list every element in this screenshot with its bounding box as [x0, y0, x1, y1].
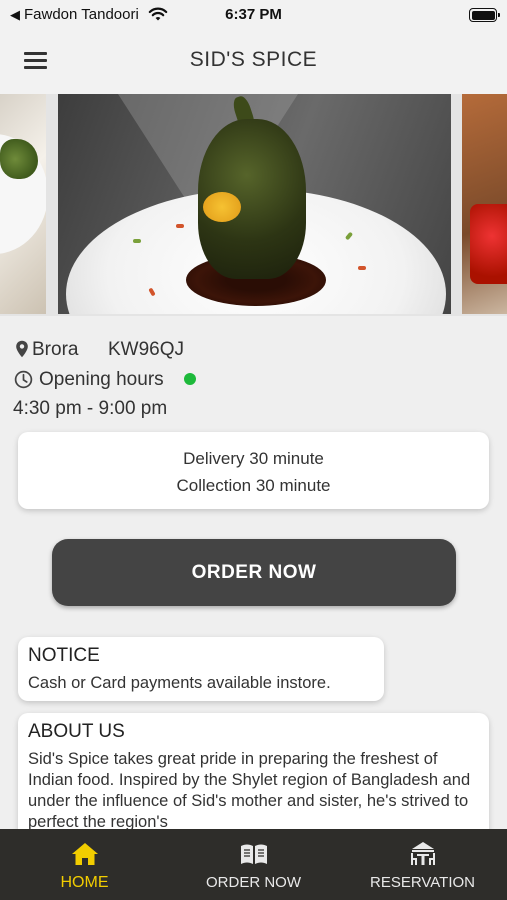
food-image-carousel[interactable] [0, 94, 507, 316]
tab-home[interactable]: HOME [0, 829, 169, 900]
carousel-image-previous[interactable] [0, 94, 46, 314]
notice-card: NOTICE Cash or Card payments available i… [18, 637, 384, 701]
carousel-image-current[interactable] [58, 94, 451, 314]
collection-time: Collection 30 minute [176, 476, 331, 495]
tab-home-label: HOME [60, 874, 109, 891]
opening-hours-label: Opening hours [39, 369, 164, 390]
tab-order-now-label: ORDER NOW [206, 874, 301, 891]
opening-hours-value: 4:30 pm - 9:00 pm [13, 398, 168, 419]
status-bar: ◀ Fawdon Tandoori 6:37 PM [0, 0, 507, 30]
delivery-time: Delivery 30 minute [183, 449, 324, 468]
delivery-times-card: Delivery 30 minute Collection 30 minute [18, 432, 489, 509]
tab-reservation-label: RESERVATION [369, 874, 476, 891]
status-time: 6:37 PM [225, 6, 282, 23]
location-town: Brora [32, 339, 79, 360]
location-postcode: KW96QJ [108, 339, 185, 360]
location-pin-icon [16, 340, 28, 358]
order-now-button[interactable]: ORDER NOW [52, 539, 456, 606]
restaurant-table-icon [410, 842, 435, 865]
battery-icon [469, 8, 500, 22]
home-icon [71, 843, 98, 865]
navigation-bar: SID'S SPICE [0, 30, 507, 94]
carousel-image-next[interactable] [462, 94, 507, 314]
tab-order-now[interactable]: ORDER NOW [169, 829, 338, 900]
about-text: Sid's Spice takes great pride in prepari… [28, 750, 471, 831]
page-title: SID'S SPICE [189, 48, 318, 71]
tab-reservation[interactable]: RESERVATION [338, 829, 507, 900]
menu-book-icon [240, 844, 267, 864]
notice-heading: NOTICE [28, 645, 100, 666]
about-heading: ABOUT US [28, 721, 125, 742]
clock-icon [14, 370, 33, 389]
notice-text: Cash or Card payments available instore. [28, 674, 331, 692]
bottom-tab-bar: HOME ORDER NOW RESERVATION [0, 829, 507, 900]
open-status-indicator [184, 373, 196, 385]
